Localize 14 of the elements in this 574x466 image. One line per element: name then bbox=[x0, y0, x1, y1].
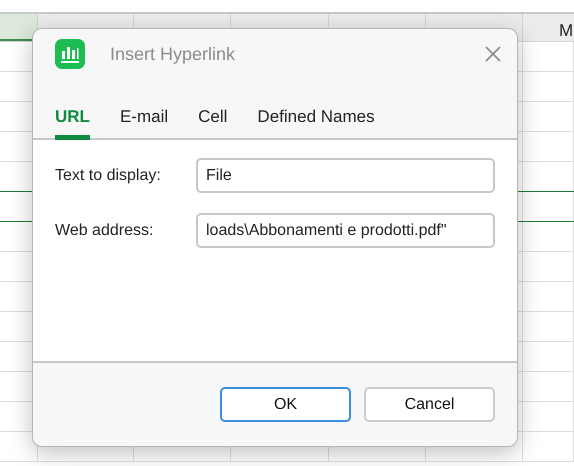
column-header[interactable]: M bbox=[523, 14, 574, 41]
tab[interactable]: Defined Names bbox=[257, 102, 375, 140]
tab[interactable]: Cell bbox=[198, 102, 228, 140]
tab[interactable]: E-mail bbox=[120, 102, 168, 140]
close-icon[interactable] bbox=[483, 44, 503, 64]
app-logo-icon bbox=[55, 39, 85, 69]
text-field[interactable]: File bbox=[196, 158, 495, 193]
field-label: Text to display: bbox=[55, 166, 162, 186]
text-field[interactable]: loads\Abbonamenti e prodotti.pdf" bbox=[196, 213, 495, 248]
dialog-title: Insert Hyperlink bbox=[110, 42, 236, 66]
dialog-button[interactable]: OK bbox=[220, 387, 351, 422]
select-all-corner[interactable] bbox=[0, 14, 38, 41]
dialog-button[interactable]: Cancel bbox=[364, 387, 495, 422]
field-label: Web address: bbox=[55, 220, 154, 240]
